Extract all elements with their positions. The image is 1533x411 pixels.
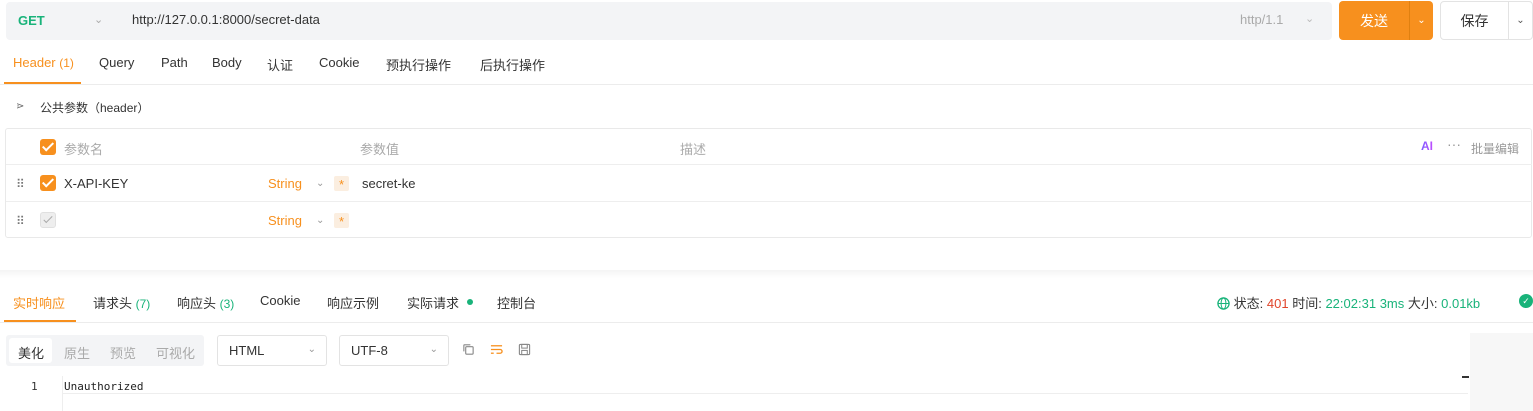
line-number: 1 xyxy=(31,380,38,393)
status-code: 401 xyxy=(1266,296,1289,311)
param-name-input[interactable]: X-API-KEY xyxy=(64,176,128,191)
chevron-down-icon: ⌄ xyxy=(1305,13,1315,25)
status-dot-icon xyxy=(467,299,473,305)
save-response-icon[interactable] xyxy=(518,343,532,357)
send-dropdown-button[interactable]: ⌄ xyxy=(1409,1,1433,40)
tab-request-headers[interactable]: 请求头 (7) xyxy=(93,293,150,312)
tab-count: (7) xyxy=(135,297,151,311)
chevron-down-icon: ⌄ xyxy=(429,344,438,355)
ai-button[interactable]: AI xyxy=(1421,139,1433,153)
encoding-value: UTF-8 xyxy=(351,343,388,358)
bulk-edit-button[interactable]: 批量编辑 xyxy=(1471,140,1519,157)
tab-label: Header xyxy=(13,55,56,70)
column-header-desc: 描述 xyxy=(680,142,707,157)
required-toggle[interactable]: * xyxy=(334,213,349,229)
tab-response-cookie[interactable]: Cookie xyxy=(260,293,300,308)
http-version-select[interactable]: http/1.1 xyxy=(1240,12,1283,27)
tab-auth[interactable]: 认证 xyxy=(267,55,293,74)
tab-pre-script[interactable]: 预执行操作 xyxy=(386,55,451,74)
tab-query[interactable]: Query xyxy=(99,55,134,70)
tab-response-example[interactable]: 响应示例 xyxy=(327,293,379,312)
response-body-text[interactable]: Unauthorized xyxy=(64,380,143,393)
tab-path[interactable]: Path xyxy=(161,55,188,70)
chevron-down-icon: ⌄ xyxy=(307,344,316,355)
scroll-marker xyxy=(1462,376,1469,378)
tab-body[interactable]: Body xyxy=(212,55,242,70)
scrollbar[interactable] xyxy=(1470,333,1533,411)
format-value: HTML xyxy=(229,343,265,358)
view-beautify[interactable]: 美化 xyxy=(18,343,44,362)
column-header-value: 参数值 xyxy=(360,142,400,157)
save-button[interactable]: 保存 xyxy=(1440,1,1509,40)
view-raw[interactable]: 原生 xyxy=(64,343,90,362)
row-divider xyxy=(6,164,1532,165)
tab-count: (3) xyxy=(219,297,235,311)
copy-icon[interactable] xyxy=(462,343,476,357)
format-select[interactable]: HTML ⌄ xyxy=(217,335,327,366)
view-visualize[interactable]: 可视化 xyxy=(156,343,195,362)
tab-console[interactable]: 控制台 xyxy=(497,293,536,312)
required-toggle[interactable]: * xyxy=(334,176,349,192)
status-label: 状态: xyxy=(1233,296,1264,311)
divider xyxy=(0,84,1533,85)
save-dropdown-button[interactable]: ⌄ xyxy=(1509,1,1533,40)
tab-label: 请求头 xyxy=(93,296,133,311)
url-input[interactable]: http://127.0.0.1:8000/secret-data xyxy=(132,12,320,27)
param-value-input[interactable]: secret-ke xyxy=(362,176,415,191)
column-header-name: 参数名 xyxy=(64,142,104,157)
check-circle-icon: ✓ xyxy=(1519,294,1533,308)
param-type-select[interactable]: String xyxy=(268,176,302,191)
public-params-label[interactable]: 公共参数（header） xyxy=(40,99,149,116)
chevron-down-icon: ⌄ xyxy=(94,14,104,26)
method-label: GET xyxy=(18,13,45,28)
tab-response-headers[interactable]: 响应头 (3) xyxy=(177,293,234,312)
tab-header[interactable]: Header (1) xyxy=(13,55,74,70)
tab-cookie[interactable]: Cookie xyxy=(319,55,359,70)
row-checkbox[interactable] xyxy=(40,175,56,191)
param-type-select[interactable]: String xyxy=(268,213,302,228)
view-preview[interactable]: 预览 xyxy=(110,343,136,362)
globe-icon xyxy=(1217,297,1230,310)
drag-handle-icon[interactable]: ⠿ xyxy=(16,177,25,191)
tab-actual-request[interactable]: 实际请求 xyxy=(407,293,459,312)
chevron-down-icon: ⌄ xyxy=(316,178,325,189)
method-select[interactable]: GET ⌄ xyxy=(6,2,116,40)
duration-value: 3ms xyxy=(1379,296,1405,311)
tab-realtime-response[interactable]: 实时响应 xyxy=(13,293,65,312)
row-divider xyxy=(6,201,1532,202)
collapse-icon[interactable]: ⋗ xyxy=(16,101,24,112)
chevron-down-icon: ⌄ xyxy=(316,215,325,226)
time-value: 22:02:31 xyxy=(1325,296,1377,311)
divider xyxy=(0,322,1533,323)
size-label: 大小: xyxy=(1407,296,1438,311)
row-checkbox[interactable] xyxy=(40,212,56,228)
response-status-bar: 状态: 401 时间: 22:02:31 3ms 大小: 0.01kb xyxy=(1217,293,1480,312)
tab-post-script[interactable]: 后执行操作 xyxy=(480,55,545,74)
wrap-lines-icon[interactable] xyxy=(490,343,504,357)
more-icon[interactable]: ··· xyxy=(1447,136,1461,152)
size-value: 0.01kb xyxy=(1441,296,1481,311)
current-line-highlight xyxy=(63,393,1468,394)
drag-handle-icon[interactable]: ⠿ xyxy=(16,214,25,228)
tab-label: 响应头 xyxy=(177,296,217,311)
panel-separator[interactable] xyxy=(0,270,1533,278)
params-table xyxy=(5,128,1532,238)
encoding-select[interactable]: UTF-8 ⌄ xyxy=(339,335,449,366)
time-label: 时间: xyxy=(1292,296,1322,311)
select-all-checkbox[interactable] xyxy=(40,139,56,155)
send-button[interactable]: 发送 xyxy=(1339,1,1409,40)
tab-count: (1) xyxy=(59,56,74,70)
